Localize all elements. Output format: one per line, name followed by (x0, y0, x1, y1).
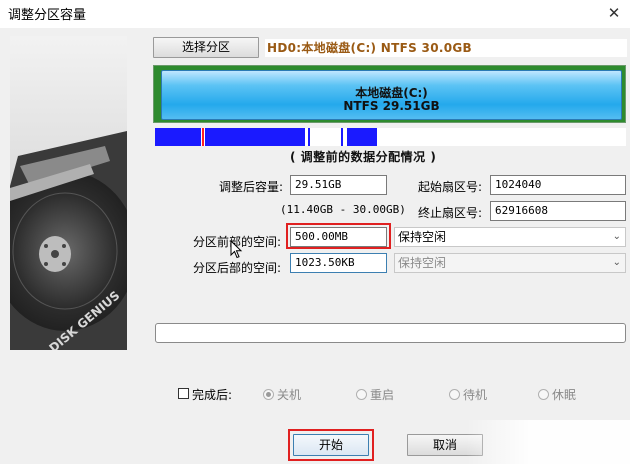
chevron-down-icon: ⌄ (612, 257, 621, 268)
radio-hibernate (538, 389, 549, 400)
start-sector-input[interactable]: 1024040 (490, 175, 626, 195)
new-size-input[interactable]: 29.51GB (290, 175, 387, 195)
radio-restart (356, 389, 367, 400)
window-title: 调整分区容量 (8, 8, 87, 23)
after-completion-checkbox[interactable] (178, 388, 189, 399)
after-space-input[interactable]: 1023.50KB (290, 253, 387, 273)
distribution-caption: ( 调整前的数据分配情况 ) (290, 150, 437, 164)
data-distribution-bars (155, 128, 377, 146)
watermark-fade (466, 420, 630, 464)
start-sector-label: 起始扇区号: (418, 180, 483, 194)
close-icon[interactable]: ✕ (603, 2, 625, 24)
end-sector-label: 终止扇区号: (418, 206, 483, 220)
radio-standby-label: 待机 (463, 388, 488, 402)
before-space-input[interactable]: 500.00MB (290, 227, 387, 247)
after-space-label: 分区后部的空间: (193, 261, 282, 275)
mouse-cursor-icon (230, 240, 243, 259)
after-space-select: 保持空闲 ⌄ (394, 253, 626, 273)
after-space-option: 保持空闲 (398, 256, 447, 270)
radio-hibernate-label: 休眠 (552, 388, 577, 402)
after-completion-label: 完成后: (192, 388, 233, 402)
select-partition-button[interactable]: 选择分区 (153, 37, 259, 58)
radio-shutdown (263, 389, 274, 400)
new-size-label: 调整后容量: (219, 180, 284, 194)
end-sector-input[interactable]: 62916608 (490, 201, 626, 221)
radio-standby (449, 389, 460, 400)
radio-shutdown-label: 关机 (277, 388, 302, 402)
before-space-option: 保持空闲 (398, 230, 447, 244)
chevron-down-icon: ⌄ (612, 231, 621, 242)
partition-fs-size: NTFS 29.51GB (343, 99, 440, 113)
disk-info: HD0:本地磁盘(C:) NTFS 30.0GB (265, 39, 627, 57)
radio-restart-label: 重启 (370, 388, 395, 402)
hard-disk-image: DISK GENIUS (10, 36, 127, 350)
data-distribution-map (155, 128, 626, 146)
progress-bar (155, 323, 626, 343)
before-space-select[interactable]: 保持空闲 ⌄ (394, 227, 626, 247)
start-button[interactable]: 开始 (293, 434, 369, 456)
title-bar (0, 0, 630, 28)
size-range-hint: (11.40GB - 30.00GB) (280, 203, 406, 216)
hard-disk-illustration: DISK GENIUS (10, 36, 127, 350)
